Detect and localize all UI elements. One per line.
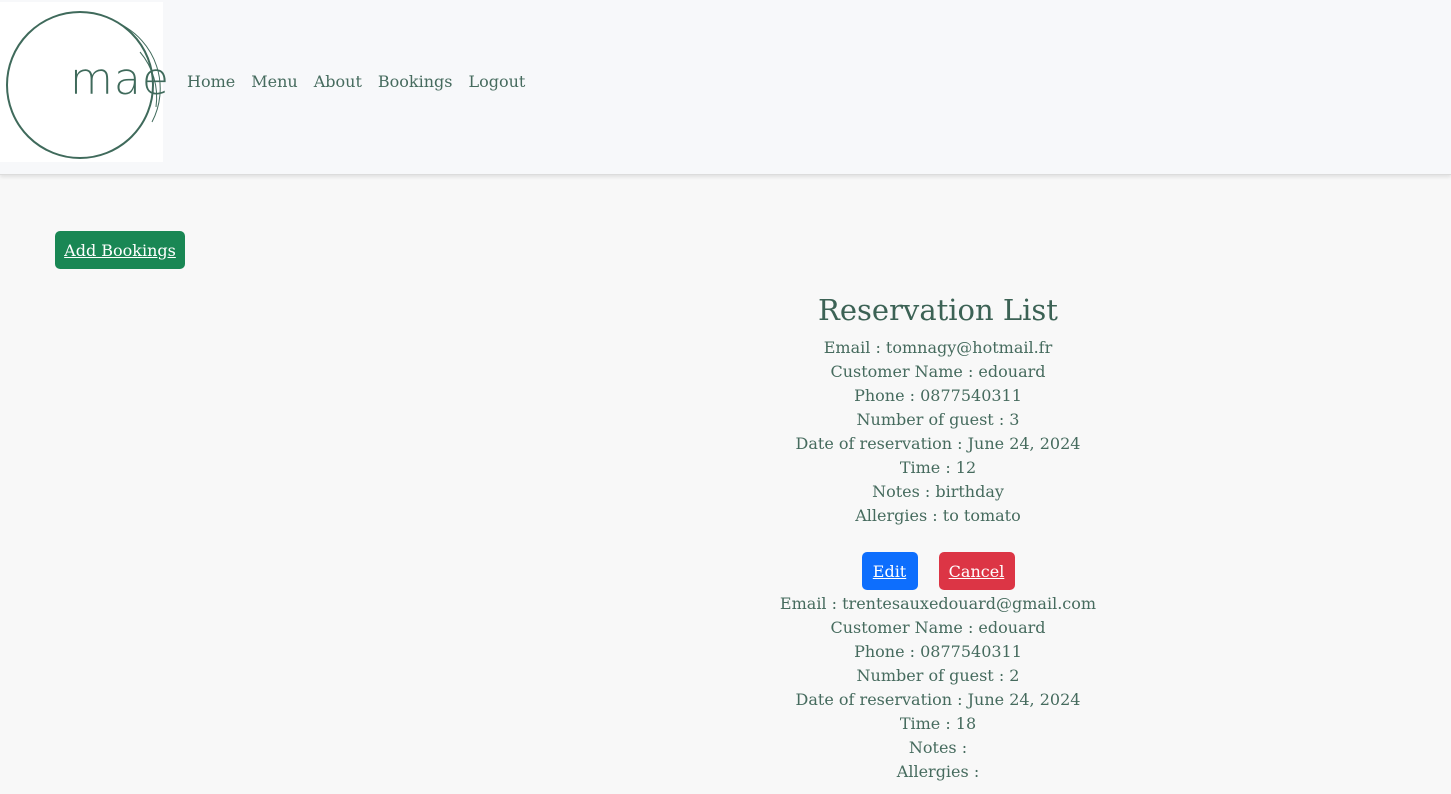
cancel-button[interactable]: Cancel [938,552,1015,590]
edit-button[interactable]: Edit [861,552,918,590]
brand-logo[interactable]: mae [0,2,169,162]
reservation-allergies: Allergies : [896,762,980,781]
navbar: mae Home Menu About Bookings Logout [0,0,1451,175]
reservation-date: Date of reservation : June 24, 2024 [795,434,1081,453]
reservation-actions: Edit Cancel [638,552,1238,590]
reservation-date: Date of reservation : June 24, 2024 [795,690,1081,709]
reservation-allergies: Allergies : to tomato [855,506,1021,525]
reservation-guests: Number of guest : 3 [856,410,1020,429]
nav-home[interactable]: Home [187,72,235,92]
main-nav: Home Menu About Bookings Logout [187,72,541,92]
reservation-email: Email : tomnagy@hotmail.fr [823,338,1053,357]
reservation-guests: Number of guest : 2 [856,666,1020,685]
nav-logout[interactable]: Logout [468,72,525,92]
reservation-time: Time : 18 [899,714,977,733]
logo-text: mae [70,54,170,105]
nav-bookings[interactable]: Bookings [378,72,453,92]
nav-menu[interactable]: Menu [251,72,297,92]
reservation-email: Email : trentesauxedouard@gmail.com [779,594,1097,613]
reservation-list: Reservation List Email : tomnagy@hotmail… [638,290,1238,784]
reservation-phone: Phone : 0877540311 [854,386,1022,405]
reservation-notes: Notes : [908,738,968,757]
reservation-phone: Phone : 0877540311 [854,642,1022,661]
add-bookings-button[interactable]: Add Bookings [55,231,185,269]
reservation-item: Email : tomnagy@hotmail.fr Customer Name… [638,336,1238,590]
reservation-item: Email : trentesauxedouard@gmail.com Cust… [638,592,1238,784]
reservation-notes: Notes : birthday [872,482,1004,501]
page-title: Reservation List [818,293,1058,327]
nav-about[interactable]: About [314,72,362,92]
reservation-customer-name: Customer Name : edouard [830,618,1046,637]
reservation-customer-name: Customer Name : edouard [830,362,1046,381]
reservation-time: Time : 12 [899,458,977,477]
